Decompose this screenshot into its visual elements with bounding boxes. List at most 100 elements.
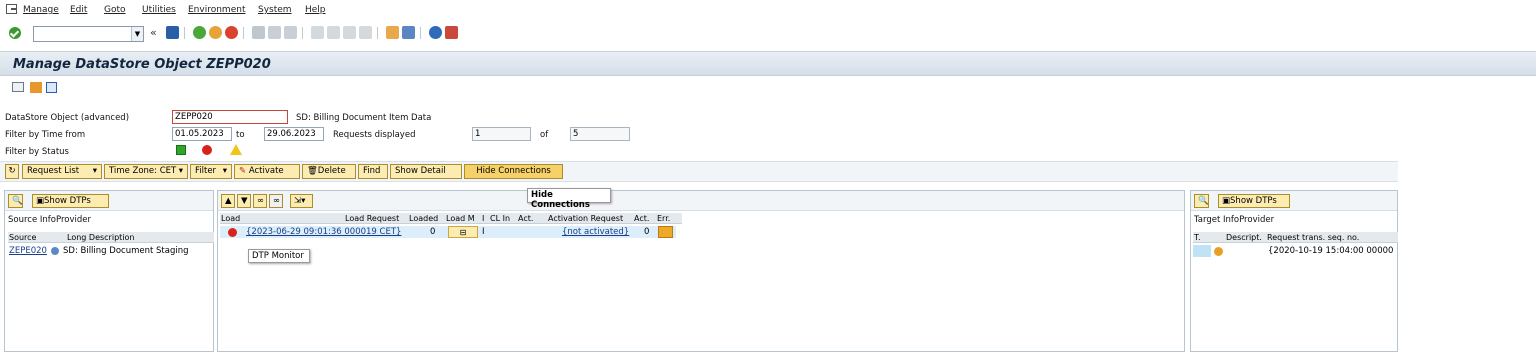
- cube-icon: [1214, 247, 1223, 256]
- target-panel-toolbar: 🔍 ▣Show DTPs: [1191, 191, 1397, 211]
- show-detail-button[interactable]: Show Detail: [390, 164, 462, 179]
- find-next-icon[interactable]: [284, 26, 297, 39]
- last-page-icon[interactable]: [359, 26, 372, 39]
- source-cell[interactable]: ZEPE020: [9, 245, 47, 257]
- requests-panel-toolbar: ▲ ▼ ∞ ∞ ⇲▾: [218, 191, 1184, 211]
- shortcut-icon[interactable]: [402, 26, 415, 39]
- dtp-monitor-button[interactable]: ⊟: [448, 226, 478, 238]
- menu-help[interactable]: Help: [305, 5, 326, 15]
- find-icon[interactable]: [268, 26, 281, 39]
- from-date-field[interactable]: 01.05.2023: [172, 127, 232, 141]
- toolbar-separator: [302, 27, 303, 39]
- double-chevron-left-icon[interactable]: «: [150, 26, 157, 39]
- load-request-col-header[interactable]: Load Request: [345, 213, 399, 223]
- first-page-icon[interactable]: [311, 26, 324, 39]
- load-monitor-col-header[interactable]: Load M: [446, 213, 475, 223]
- enter-icon[interactable]: [9, 27, 21, 39]
- delete-label: Delete: [317, 166, 346, 176]
- find-button[interactable]: Find: [358, 164, 388, 179]
- of-label: of: [540, 130, 549, 140]
- back-icon[interactable]: [193, 26, 206, 39]
- exit-icon[interactable]: [209, 26, 222, 39]
- activate-button[interactable]: ✎ Activate: [234, 164, 300, 179]
- refresh-button[interactable]: ↻: [5, 164, 19, 179]
- source-panel: 🔍 ▣Show DTPs Source InfoProvider Source …: [4, 190, 214, 352]
- save-icon[interactable]: [166, 26, 179, 39]
- command-field[interactable]: ▼: [33, 26, 144, 42]
- type-col-header[interactable]: T.: [1194, 232, 1200, 242]
- magnifier-icon: 🔍: [12, 196, 23, 206]
- description-col-header[interactable]: Long Description: [67, 232, 134, 242]
- source-show-dtps-button[interactable]: ▣Show DTPs: [32, 194, 109, 208]
- monitor-icon: ⊟: [459, 228, 467, 237]
- act-col-header[interactable]: Act.: [518, 213, 533, 223]
- to-date-field[interactable]: 29.06.2023: [264, 127, 324, 141]
- filter-funnel-button[interactable]: ▼: [237, 194, 251, 208]
- status-yellow-icon[interactable]: [230, 144, 242, 155]
- source-col-header[interactable]: Source: [9, 232, 36, 242]
- info-icon[interactable]: [46, 82, 57, 93]
- next-page-icon[interactable]: [343, 26, 356, 39]
- menu-edit[interactable]: Edit: [70, 5, 87, 15]
- table-row[interactable]: {2020-10-19 15:04:00 00000: [1193, 245, 1398, 257]
- table-row[interactable]: ZEPE020 SD: Billing Document Staging: [8, 245, 194, 257]
- target-find-button[interactable]: 🔍: [1194, 194, 1209, 208]
- filter-icon: ▼: [241, 196, 248, 206]
- activation-request-col-header[interactable]: Activation Request: [548, 213, 623, 223]
- load-request-link[interactable]: {2023-06-29 09:01:36 000019 CET}: [246, 226, 401, 238]
- dtp-monitor-tooltip: DTP Monitor: [248, 249, 310, 263]
- export-button[interactable]: ⇲▾: [290, 194, 313, 208]
- requests-displayed-label: Requests displayed: [333, 130, 416, 140]
- print-icon[interactable]: [252, 26, 265, 39]
- magnifier-icon: 🔍: [1198, 196, 1209, 206]
- exit-icon[interactable]: [6, 4, 17, 14]
- type-cell: [1193, 245, 1211, 257]
- menu-edit-label: Edit: [70, 5, 88, 15]
- status-red-icon: [228, 228, 237, 237]
- hide-connections-button[interactable]: Hide Connections: [464, 164, 563, 179]
- descript-col-header[interactable]: Descript.: [1226, 232, 1262, 242]
- i-col-header[interactable]: I: [482, 213, 484, 223]
- target-show-dtps-button[interactable]: ▣Show DTPs: [1218, 194, 1290, 208]
- filter-button[interactable]: Filter ▾: [190, 164, 232, 179]
- activation-request-link[interactable]: {not activated}: [562, 226, 629, 238]
- toolbar-separator: [184, 27, 185, 39]
- create-session-icon[interactable]: [386, 26, 399, 39]
- error-log-icon[interactable]: [658, 226, 673, 238]
- status-green-icon[interactable]: [176, 145, 186, 155]
- menu-manage[interactable]: Manage: [23, 5, 59, 15]
- filter-label: Filter: [195, 166, 217, 176]
- filter-status-label: Filter by Status: [5, 147, 69, 157]
- delete-button[interactable]: 🗑Delete: [302, 164, 356, 179]
- time-zone-button[interactable]: Time Zone: CET ▾: [104, 164, 188, 179]
- previous-page-icon[interactable]: [327, 26, 340, 39]
- find-binoculars-button[interactable]: ∞: [253, 194, 267, 208]
- menu-utilities[interactable]: Utilities: [142, 5, 176, 15]
- chevron-down-icon[interactable]: ▼: [131, 27, 143, 41]
- refresh-icon: ↻: [8, 166, 16, 176]
- hide-connections-label: Hide Connections: [476, 166, 551, 176]
- menu-system[interactable]: System: [258, 5, 292, 15]
- hierarchy-icon[interactable]: [30, 82, 42, 93]
- menu-environment[interactable]: Environment: [188, 5, 245, 15]
- act-count-col-header[interactable]: Act.: [634, 213, 649, 223]
- load-col-header[interactable]: Load: [221, 213, 240, 223]
- source-find-button[interactable]: 🔍: [8, 194, 23, 208]
- customize-layout-icon[interactable]: [445, 26, 458, 39]
- find-next-button[interactable]: ∞: [269, 194, 283, 208]
- cl-in-col-header[interactable]: CL In: [490, 213, 510, 223]
- dso-field[interactable]: ZEPP020: [172, 110, 288, 124]
- status-red-icon[interactable]: [202, 145, 212, 155]
- sort-ascending-button[interactable]: ▲: [221, 194, 235, 208]
- request-list-button[interactable]: Request List ▾: [22, 164, 102, 179]
- application-toolbar: [0, 76, 1536, 100]
- err-col-header[interactable]: Err.: [657, 213, 670, 223]
- menu-goto[interactable]: Goto: [104, 5, 126, 15]
- table-row[interactable]: {2023-06-29 09:01:36 000019 CET} 0 ⊟ I {…: [220, 226, 676, 238]
- list-icon[interactable]: [12, 82, 24, 92]
- loaded-col-header[interactable]: Loaded: [409, 213, 438, 223]
- description-cell: SD: Billing Document Staging: [63, 246, 189, 256]
- request-seq-col-header[interactable]: Request trans. seq. no.: [1267, 232, 1359, 242]
- help-icon[interactable]: [429, 26, 442, 39]
- cancel-icon[interactable]: [225, 26, 238, 39]
